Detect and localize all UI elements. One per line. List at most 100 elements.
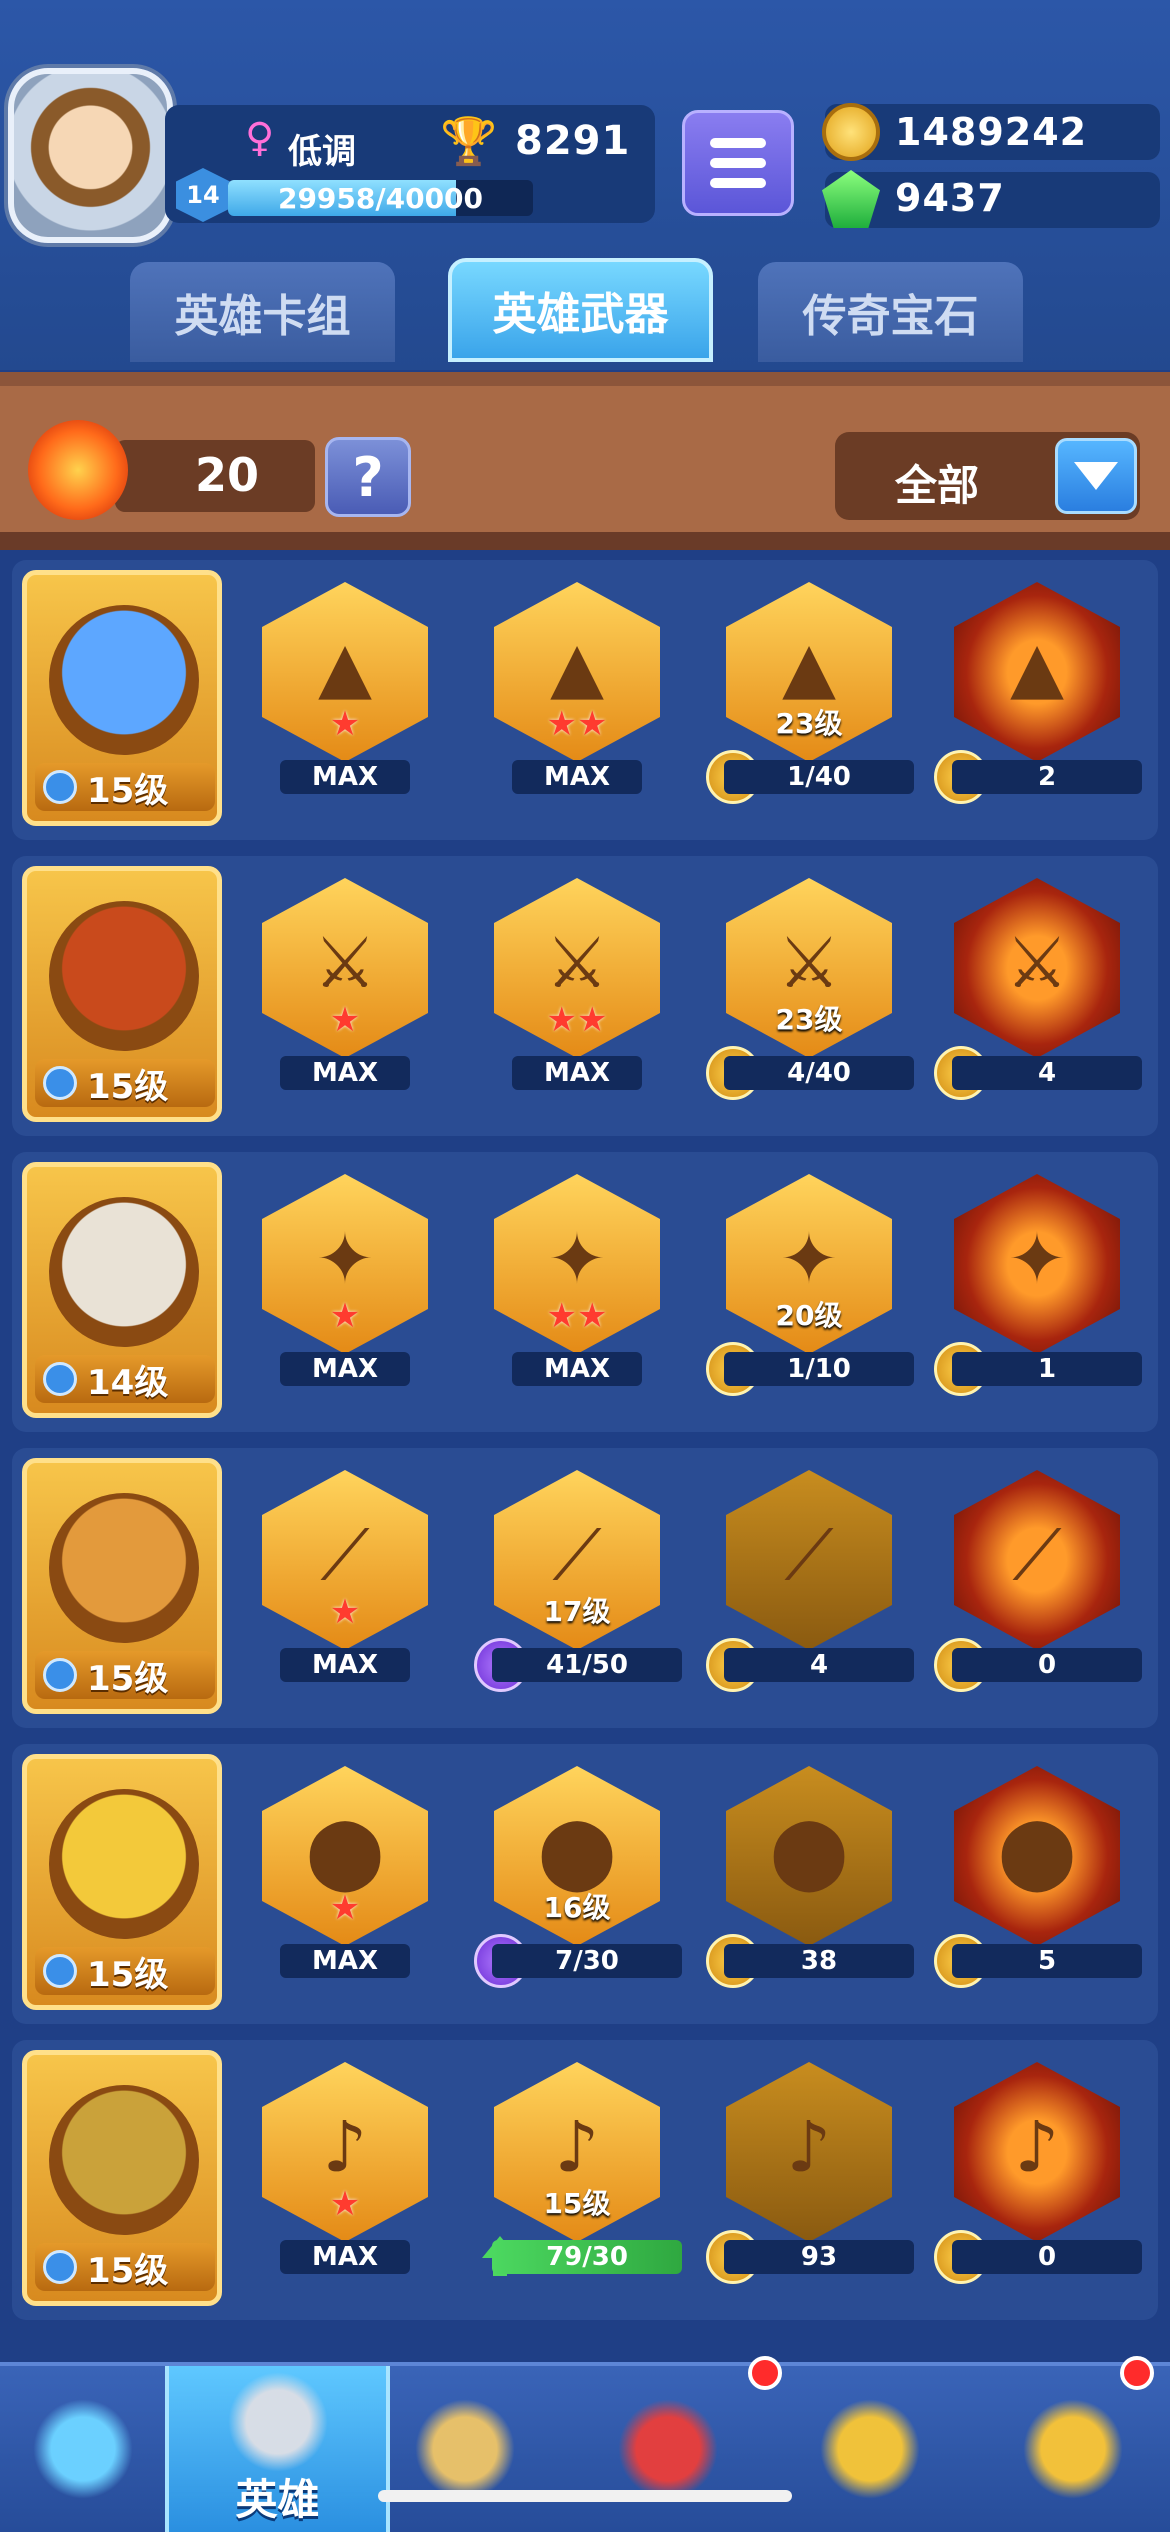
treasure-chest-icon [32, 2399, 133, 2499]
weapon-slot[interactable]: ⟋ 17级 41/50 [474, 1470, 682, 1692]
hero-card[interactable]: 15级 [22, 2050, 222, 2306]
hero-level: 15级 [35, 2243, 215, 2291]
nav-item[interactable] [765, 2366, 975, 2532]
tab-legendary-gems[interactable]: 传奇宝石 [758, 262, 1023, 362]
weapon-progress-label: MAX [280, 1944, 410, 1978]
weapon-icon: ⚔ [1005, 922, 1069, 1004]
weapon-icon: ⬤ [997, 1810, 1077, 1892]
weapon-icon: ⬤ [769, 1810, 849, 1892]
weapon-slot[interactable]: ♪ 15级 79/30 [482, 2062, 682, 2276]
weapon-icon: ⬤ [537, 1810, 617, 1892]
weapon-progress-label: MAX [512, 1056, 642, 1090]
chevron-down-icon[interactable] [1055, 438, 1137, 514]
weapon-progress-label: 1 [952, 1352, 1142, 1386]
menu-icon [710, 138, 766, 148]
nav-item[interactable]: 英雄 [165, 2366, 390, 2532]
weapon-slot[interactable]: ▲ 2 [934, 582, 1142, 804]
fire-count: 20 [195, 448, 260, 502]
weapon-progress-label: 38 [724, 1944, 914, 1978]
weapon-icon: ⟋ [1012, 1514, 1062, 1596]
nav-item[interactable] [360, 2366, 570, 2532]
weapon-slot[interactable]: ⬤ 5 [934, 1766, 1142, 1988]
hero-class-icon [43, 1954, 77, 1988]
weapon-slot[interactable]: ⬤ 38 [706, 1766, 914, 1988]
weapon-slot[interactable]: ✦ 1 [934, 1174, 1142, 1396]
weapon-slot[interactable]: ♪ 93 [706, 2062, 914, 2284]
weapon-slot[interactable]: ⟋ ★ MAX [250, 1470, 440, 1682]
weapon-progress-label: 93 [724, 2240, 914, 2274]
tab-hero-deck[interactable]: 英雄卡组 [130, 262, 395, 362]
weapon-slot[interactable]: ▲ ★ MAX [250, 582, 440, 794]
menu-button[interactable] [682, 110, 794, 216]
hero-card[interactable]: 14级 [22, 1162, 222, 1418]
weapon-slot[interactable]: ⚔ 23级 4/40 [706, 878, 914, 1100]
star-rating: ★ [329, 704, 361, 744]
hero-card[interactable]: 15级 [22, 1458, 222, 1714]
weapon-slot[interactable]: ▲ 23级 1/40 [706, 582, 914, 804]
weapon-progress-label: MAX [280, 1352, 410, 1386]
player-avatar[interactable] [8, 68, 173, 243]
weapon-slot[interactable]: ⚔ 4 [934, 878, 1142, 1100]
weapon-slot[interactable]: ⬤ ★ MAX [250, 1766, 440, 1978]
weapon-progress-label: 4 [724, 1648, 914, 1682]
tab-hero-weapons[interactable]: 英雄武器 [448, 258, 713, 362]
weapon-slot[interactable]: ⚔ ★★ MAX [482, 878, 672, 1090]
trophy-count: 8291 [515, 118, 631, 164]
nav-item[interactable] [975, 2366, 1170, 2532]
hero-row: 15级 ⚔ ★ MAX ⚔ ★★ MAX ⚔ 23级 4/40 ⚔ 4 [12, 856, 1158, 1136]
weapon-progress-label: 79/30 [492, 2240, 682, 2274]
weapon-level: 15级 [543, 2187, 611, 2220]
star-rating: ★ [329, 2184, 361, 2224]
fire-orb-icon [28, 420, 128, 520]
weapon-slot[interactable]: ⬤ 16级 7/30 [474, 1766, 682, 1988]
hero-level: 15级 [35, 1059, 215, 1107]
nav-label: 英雄 [235, 2474, 320, 2524]
hero-level-text: 15级 [87, 770, 169, 811]
hero-level: 15级 [35, 1947, 215, 1995]
weapon-slot[interactable]: ⚔ ★ MAX [250, 878, 440, 1090]
weapon-slot[interactable]: ✦ ★ MAX [250, 1174, 440, 1386]
hero-row: 15级 ♪ ★ MAX ♪ 15级 79/30 ♪ 93 ♪ 0 [12, 2040, 1158, 2320]
player-name: 低调 [288, 132, 356, 172]
weapon-slot[interactable]: ♪ 0 [934, 2062, 1142, 2284]
star-rating: ★★ [546, 704, 608, 744]
home-indicator [378, 2490, 792, 2502]
weapon-icon: ▲ [550, 626, 604, 708]
weapon-icon: ✦ [779, 1218, 839, 1300]
star-rating: ★ [329, 1592, 361, 1632]
weapon-slot[interactable]: ⟋ 0 [934, 1470, 1142, 1692]
hero-weapon-list: 15级 ▲ ★ MAX ▲ ★★ MAX ▲ 23级 1/40 ▲ 2 15级 ⚔ ★ MAX ⚔… [0, 560, 1170, 2360]
weapon-progress-label: 5 [952, 1944, 1142, 1978]
compass-icon [1022, 2399, 1123, 2499]
knight-helmet-icon [227, 2371, 328, 2472]
help-button[interactable]: ? [325, 437, 411, 517]
weapon-icon: ⚔ [313, 922, 377, 1004]
weapon-icon: ⟋ [784, 1514, 834, 1596]
hero-card[interactable]: 15级 [22, 1754, 222, 2010]
weapon-level: 20级 [775, 1299, 843, 1332]
weapon-progress-label: MAX [512, 760, 642, 794]
xp-text: 29958/40000 [277, 182, 484, 215]
weapon-slot[interactable]: ⟋ 4 [706, 1470, 914, 1692]
weapon-icon: ✦ [1007, 1218, 1067, 1300]
nav-item[interactable] [0, 2366, 165, 2532]
star-rating: ★ [329, 1296, 361, 1336]
weapon-slot[interactable]: ✦ ★★ MAX [482, 1174, 672, 1386]
female-icon: ♀ [245, 115, 275, 161]
hero-level: 15级 [35, 763, 215, 811]
nav-item[interactable] [570, 2366, 765, 2532]
weapon-level: 23级 [775, 707, 843, 740]
hero-class-icon [43, 1658, 77, 1692]
hero-card[interactable]: 15级 [22, 866, 222, 1122]
hero-level: 14级 [35, 1355, 215, 1403]
weapon-progress-label: 2 [952, 760, 1142, 794]
hero-card[interactable]: 15级 [22, 570, 222, 826]
weapon-progress-label: MAX [512, 1352, 642, 1386]
weapon-slot[interactable]: ♪ ★ MAX [250, 2062, 440, 2274]
hero-row: 15级 ⬤ ★ MAX ⬤ 16级 7/30 ⬤ 38 ⬤ 5 [12, 1744, 1158, 2024]
weapon-slot[interactable]: ▲ ★★ MAX [482, 582, 672, 794]
star-rating: ★★ [546, 1296, 608, 1336]
weapon-slot[interactable]: ✦ 20级 1/10 [706, 1174, 914, 1396]
friends-icon [820, 2399, 920, 2499]
gem-amount: 9437 [895, 176, 1005, 220]
